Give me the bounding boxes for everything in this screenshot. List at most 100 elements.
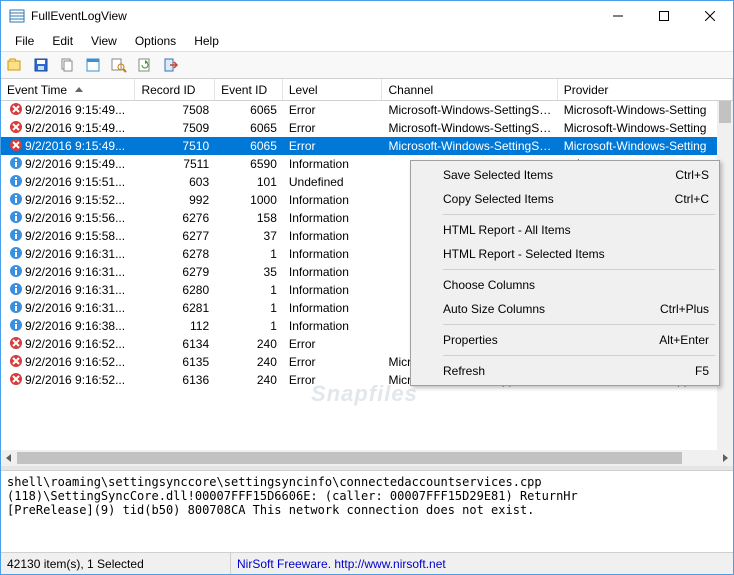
cell-level: Information <box>283 246 383 262</box>
cell-time: 9/2/2016 9:16:31... <box>25 283 125 297</box>
find-icon[interactable] <box>109 55 129 75</box>
scroll-right-icon[interactable] <box>717 450 733 466</box>
context-menu-item[interactable]: Save Selected ItemsCtrl+S <box>413 163 717 187</box>
scrollbar-thumb[interactable] <box>719 101 731 123</box>
properties-icon[interactable] <box>83 55 103 75</box>
titlebar: FullEventLogView <box>1 1 733 31</box>
cell-time: 9/2/2016 9:15:58... <box>25 229 125 243</box>
menu-help[interactable]: Help <box>186 32 227 50</box>
refresh-icon[interactable] <box>135 55 155 75</box>
cell-level: Error <box>283 354 383 370</box>
exit-icon[interactable] <box>161 55 181 75</box>
cell-time: 9/2/2016 9:15:49... <box>25 103 125 117</box>
save-icon[interactable] <box>31 55 51 75</box>
cell-level: Error <box>283 372 383 388</box>
horizontal-scrollbar[interactable] <box>1 450 733 466</box>
cell-time: 9/2/2016 9:16:31... <box>25 247 125 261</box>
cell-event-id: 1 <box>215 246 283 262</box>
cell-level: Undefined <box>283 174 383 190</box>
menu-item-label: Refresh <box>443 364 485 378</box>
close-button[interactable] <box>687 1 733 31</box>
cell-record-id: 112 <box>135 318 215 334</box>
col-record-id[interactable]: Record ID <box>135 79 215 100</box>
error-icon <box>9 120 25 136</box>
cell-event-id: 35 <box>215 264 283 280</box>
error-icon <box>9 372 25 388</box>
scrollbar-thumb-h[interactable] <box>17 452 682 464</box>
table-row[interactable]: 9/2/2016 9:15:49...75106065ErrorMicrosof… <box>1 137 733 155</box>
cell-level: Error <box>283 138 383 154</box>
error-icon <box>9 336 25 352</box>
cell-event-id: 6590 <box>215 156 283 172</box>
app-icon <box>9 8 25 24</box>
minimize-button[interactable] <box>595 1 641 31</box>
cell-level: Information <box>283 282 383 298</box>
cell-time: 9/2/2016 9:16:38... <box>25 319 125 333</box>
app-window: FullEventLogView File Edit View Options … <box>0 0 734 575</box>
error-icon <box>9 354 25 370</box>
col-provider[interactable]: Provider <box>558 79 733 100</box>
cell-event-id: 6065 <box>215 102 283 118</box>
cell-event-id: 240 <box>215 372 283 388</box>
cell-record-id: 6277 <box>135 228 215 244</box>
menu-hotkey: Ctrl+Plus <box>660 302 709 316</box>
cell-time: 9/2/2016 9:15:49... <box>25 157 125 171</box>
cell-record-id: 6278 <box>135 246 215 262</box>
menu-item-label: Properties <box>443 333 498 347</box>
col-level[interactable]: Level <box>283 79 383 100</box>
scroll-left-icon[interactable] <box>1 450 17 466</box>
table-row[interactable]: 9/2/2016 9:15:49...75086065ErrorMicrosof… <box>1 101 733 119</box>
cell-channel: Microsoft-Windows-SettingSy... <box>382 120 557 136</box>
cell-channel: Microsoft-Windows-SettingSy... <box>382 138 557 154</box>
col-event-time[interactable]: Event Time <box>1 79 135 100</box>
cell-record-id: 7511 <box>135 156 215 172</box>
col-channel[interactable]: Channel <box>382 79 557 100</box>
cell-level: Information <box>283 318 383 334</box>
cell-level: Error <box>283 120 383 136</box>
cell-event-id: 240 <box>215 336 283 352</box>
info-icon <box>9 264 25 280</box>
open-icon[interactable] <box>5 55 25 75</box>
table-row[interactable]: 9/2/2016 9:15:49...75096065ErrorMicrosof… <box>1 119 733 137</box>
context-menu-item[interactable]: Refresh F5 <box>413 359 717 383</box>
menu-item-label: Choose Columns <box>443 278 535 292</box>
status-link[interactable]: NirSoft Freeware. http://www.nirsoft.net <box>231 553 446 574</box>
cell-record-id: 6276 <box>135 210 215 226</box>
context-menu-item[interactable]: PropertiesAlt+Enter <box>413 328 717 352</box>
menu-file[interactable]: File <box>7 32 42 50</box>
menu-hotkey: Ctrl+S <box>675 168 709 182</box>
grid-header: Event Time Record ID Event ID Level Chan… <box>1 79 733 101</box>
cell-time: 9/2/2016 9:16:52... <box>25 373 125 387</box>
cell-time: 9/2/2016 9:16:31... <box>25 301 125 315</box>
info-icon <box>9 156 25 172</box>
cell-level: Information <box>283 192 383 208</box>
info-icon <box>9 318 25 334</box>
context-menu-item[interactable]: Auto Size Columns Ctrl+Plus <box>413 297 717 321</box>
copy-icon[interactable] <box>57 55 77 75</box>
col-event-id[interactable]: Event ID <box>215 79 283 100</box>
context-menu-item[interactable]: Copy Selected ItemsCtrl+C <box>413 187 717 211</box>
menubar: File Edit View Options Help <box>1 31 733 51</box>
cell-event-id: 1 <box>215 282 283 298</box>
context-menu-item[interactable]: Choose Columns <box>413 273 717 297</box>
cell-record-id: 6281 <box>135 300 215 316</box>
window-title: FullEventLogView <box>31 9 595 23</box>
maximize-button[interactable] <box>641 1 687 31</box>
context-menu-item[interactable]: HTML Report - Selected Items <box>413 242 717 266</box>
menu-separator <box>443 324 715 325</box>
menu-options[interactable]: Options <box>127 32 184 50</box>
cell-record-id: 7509 <box>135 120 215 136</box>
menu-hotkey: F5 <box>695 364 709 378</box>
info-icon <box>9 300 25 316</box>
menu-edit[interactable]: Edit <box>44 32 81 50</box>
menu-item-label: HTML Report - Selected Items <box>443 247 605 261</box>
details-pane[interactable]: shell\roaming\settingsynccore\settingsyn… <box>1 470 733 552</box>
cell-provider: Microsoft-Windows-Setting <box>558 120 733 136</box>
menu-view[interactable]: View <box>83 32 125 50</box>
cell-event-id: 37 <box>215 228 283 244</box>
toolbar <box>1 51 733 79</box>
cell-level: Error <box>283 102 383 118</box>
context-menu-item[interactable]: HTML Report - All Items <box>413 218 717 242</box>
menu-separator <box>443 355 715 356</box>
menu-item-label: Auto Size Columns <box>443 302 545 316</box>
